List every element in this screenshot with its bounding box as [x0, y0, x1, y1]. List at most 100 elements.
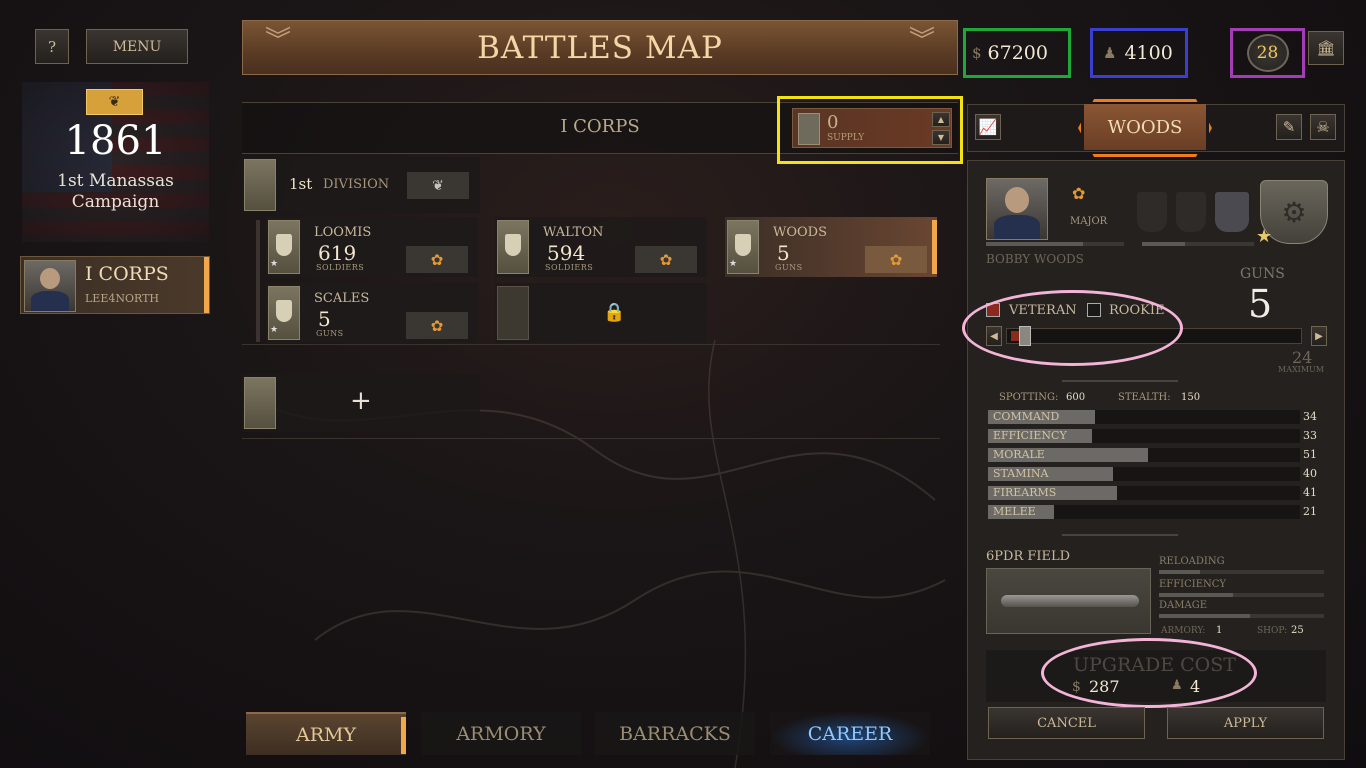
stat-label: MORALE — [993, 448, 1045, 461]
apply-label: APPLY — [1223, 715, 1268, 731]
officer-name: BOBBY WOODS — [986, 252, 1084, 266]
unit-detail-title: WOODS — [1084, 104, 1206, 150]
eagle-badge-icon: ❦ — [86, 89, 143, 115]
division-label: DIVISION — [323, 177, 390, 192]
tab-barracks[interactable]: BARRACKS — [595, 712, 755, 755]
division-shield-icon — [244, 159, 276, 211]
veteran-annotation-ring — [962, 290, 1183, 366]
campaign-name-line1: 1st Manassas — [57, 171, 174, 191]
spotting-label: SPOTTING: — [999, 392, 1059, 403]
sidebar-item-corps[interactable]: I CORPS LEE4NORTH — [20, 256, 210, 314]
star-icon: ★ — [729, 259, 738, 269]
tab-army[interactable]: ARMY — [246, 712, 406, 755]
cannon-barrel-icon — [1001, 595, 1139, 607]
unit-slot-locked: 🔒 — [495, 283, 707, 343]
weapon-stat-bar — [1159, 570, 1324, 574]
tab-career[interactable]: CAREER — [770, 712, 930, 755]
infantry-shield-icon — [497, 220, 529, 274]
officer-rank: MAJOR — [1070, 216, 1108, 227]
unit-type: SOLDIERS — [545, 263, 594, 272]
unit-card-woods[interactable]: ★ WOODS 5 GUNS ✿ — [725, 217, 937, 277]
dismiss-button[interactable]: ☠ — [1310, 114, 1336, 140]
supply-shield-icon — [798, 113, 820, 145]
stat-morale: MORALE 51 — [988, 448, 1328, 462]
officer-portrait[interactable] — [986, 178, 1048, 240]
pencil-icon: ✎ — [1282, 118, 1296, 136]
supply-down-button[interactable]: ▼ — [932, 130, 950, 145]
division-connector — [256, 220, 260, 342]
chart-button[interactable]: 📈 — [975, 114, 1001, 140]
star-icon: ★ — [1256, 226, 1273, 247]
recruits-value: 4100 — [1124, 42, 1173, 64]
unit-card-loomis[interactable]: ★ LOOMIS 619 SOLDIERS ✿ — [266, 217, 478, 277]
spotting-value: 600 — [1066, 392, 1086, 403]
empty-medal-slot — [1137, 192, 1167, 232]
unit-type: GUNS — [316, 329, 344, 338]
weapon-image[interactable] — [986, 568, 1151, 634]
oak-leaf-rank-icon: ✿ — [406, 312, 468, 339]
unit-card-walton[interactable]: WALTON 594 SOLDIERS ✿ — [495, 217, 707, 277]
division-ordinal: 1st — [289, 175, 313, 193]
star-icon: ★ — [270, 325, 279, 335]
unit-type: SOLDIERS — [316, 263, 365, 272]
unit-name: WALTON — [543, 225, 604, 240]
max-label: MAXIMUM — [1278, 365, 1324, 374]
capitol-icon: 🏛 — [1316, 39, 1336, 57]
reputation-badge[interactable]: 28 — [1230, 28, 1305, 78]
slider-increase-button[interactable]: ▶ — [1311, 326, 1327, 346]
menu-button[interactable]: MENU — [86, 29, 188, 64]
unit-type: GUNS — [775, 263, 803, 272]
unit-count: 619 — [318, 241, 357, 265]
shop-value: 25 — [1291, 625, 1304, 636]
help-label: ? — [47, 37, 57, 56]
stat-stamina: STAMINA 40 — [988, 467, 1328, 481]
add-division-button[interactable]: + — [242, 374, 480, 432]
stat-melee: MELEE 21 — [988, 505, 1328, 519]
shop-label: SHOP: — [1257, 626, 1288, 636]
tab-armory[interactable]: ARMORY — [421, 712, 581, 755]
guns-label: GUNS — [1240, 266, 1285, 282]
division-header[interactable]: 1st DIVISION ❦ — [242, 157, 480, 213]
campaign-year: 1861 — [64, 118, 167, 164]
supply-up-button[interactable]: ▲ — [932, 112, 950, 127]
rename-button[interactable]: ✎ — [1276, 114, 1302, 140]
corps-title: I CORPS — [560, 116, 640, 137]
chevron-down-icon[interactable]: ︾ — [909, 28, 935, 54]
reputation-value: 28 — [1256, 43, 1279, 63]
stat-value: 51 — [1303, 448, 1317, 461]
stat-value: 21 — [1303, 505, 1317, 518]
unit-name: WOODS — [773, 225, 828, 240]
help-button[interactable]: ? — [35, 29, 69, 64]
stat-value: 41 — [1303, 486, 1317, 499]
plus-icon: + — [350, 386, 372, 416]
capitol-button[interactable]: 🏛 — [1308, 31, 1344, 65]
upgrade-annotation-ring — [1041, 638, 1257, 708]
stat-label: COMMAND — [993, 410, 1060, 423]
skull-icon: ☠ — [1316, 118, 1330, 136]
campaign-name-line2: Campaign — [71, 192, 160, 212]
menu-label: MENU — [112, 38, 162, 55]
tab-label: ARMY — [295, 723, 357, 746]
battles-map-header[interactable]: ︾ BATTLES MAP ︾ — [242, 20, 958, 75]
unit-card-scales[interactable]: ★ SCALES 5 GUNS ✿ — [266, 283, 478, 343]
stat-command: COMMAND 34 — [988, 410, 1328, 424]
unit-count: 5 — [777, 241, 790, 265]
stat-value: 34 — [1303, 410, 1317, 423]
apply-button[interactable]: APPLY — [1167, 707, 1324, 739]
stat-efficiency: EFFICIENCY 33 — [988, 429, 1328, 443]
recruits-counter: ♟ 4100 — [1090, 28, 1188, 78]
ornament-divider — [1062, 380, 1178, 382]
empty-medal-slot — [1176, 192, 1206, 232]
weapon-name: 6PDR FIELD — [986, 549, 1071, 564]
chevron-down-icon[interactable]: ︾ — [265, 28, 291, 54]
supply-value: 0 — [827, 112, 839, 133]
money-value: 67200 — [987, 42, 1048, 64]
weapon-stat-label: RELOADING — [1159, 556, 1225, 567]
cancel-button[interactable]: CANCEL — [988, 707, 1145, 739]
supply-control[interactable]: 0 SUPPLY ▲ ▼ — [792, 108, 952, 148]
divider — [242, 438, 940, 439]
unit-name: LOOMIS — [314, 225, 372, 240]
unit-count: 594 — [547, 241, 586, 265]
page-title: BATTLES MAP — [477, 29, 723, 66]
money-counter: $ 67200 — [963, 28, 1071, 78]
